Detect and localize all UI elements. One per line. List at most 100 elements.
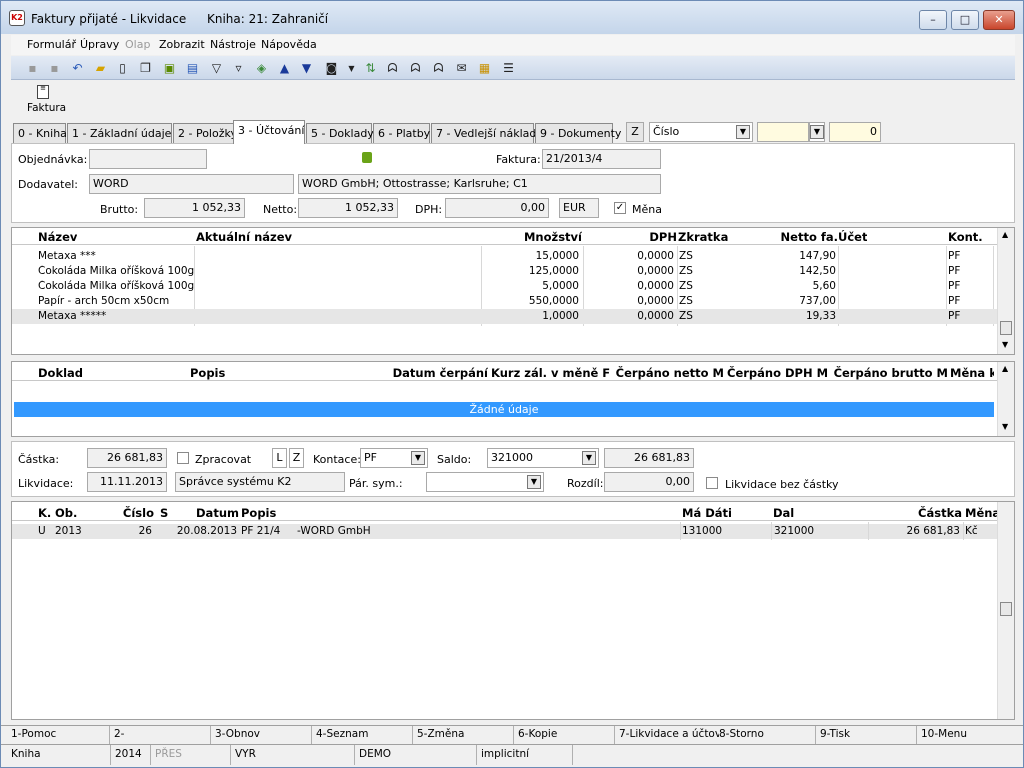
fkey-7[interactable]: 7-Likvidace a účtová bbox=[615, 726, 719, 744]
menu-zobrazit[interactable]: Zobrazit bbox=[159, 38, 205, 51]
table-row[interactable]: Čokoláda Milka oříšková 100g 5,0000 0,00… bbox=[12, 279, 1014, 294]
fkey-10[interactable]: 10-Menu bbox=[917, 726, 1021, 744]
faktura-field[interactable]: 21/2013/4 bbox=[542, 149, 661, 169]
tab-kniha[interactable]: 0 - Kniha bbox=[13, 123, 67, 144]
col-kont[interactable]: Kont. bbox=[948, 230, 983, 244]
col-s[interactable]: S bbox=[160, 506, 168, 520]
col-mena[interactable]: Měna bbox=[965, 506, 1000, 520]
parsym-select[interactable]: ▼ bbox=[426, 472, 544, 492]
col-doklad[interactable]: Doklad bbox=[38, 366, 83, 380]
mena-checkbox[interactable]: ✓ bbox=[614, 202, 626, 214]
table-row[interactable]: Metaxa *** 15,0000 0,0000 ZS 147,90 PF bbox=[12, 249, 1014, 264]
z-button[interactable]: Z bbox=[626, 122, 644, 142]
fkey-2[interactable]: 2- bbox=[110, 726, 211, 744]
scroll-up-icon[interactable]: ▲ bbox=[1002, 364, 1008, 373]
col-nazev[interactable]: Název bbox=[38, 230, 77, 244]
col-cerpano-brutto[interactable]: Čerpáno brutto M bbox=[830, 366, 948, 380]
save-icon[interactable]: ▪ bbox=[25, 61, 40, 76]
filter-icon[interactable]: ▽ bbox=[209, 61, 224, 76]
open-folder-icon[interactable]: ▰ bbox=[93, 61, 108, 76]
col-dal[interactable]: Dal bbox=[773, 506, 794, 520]
lock-icon[interactable]: ▣ bbox=[162, 61, 177, 76]
col-cerpano-netto[interactable]: Čerpáno netto M bbox=[614, 366, 724, 380]
arrow-down-icon[interactable]: ▼ bbox=[299, 61, 314, 76]
new-document-icon[interactable]: ▯ bbox=[115, 61, 130, 76]
col-mena[interactable]: Měna k bbox=[950, 366, 994, 380]
scroll-down-icon[interactable]: ▼ bbox=[1002, 422, 1008, 431]
col-datum[interactable]: Datum bbox=[174, 506, 239, 520]
col-mnozstvi[interactable]: Množství bbox=[482, 230, 582, 244]
col-ma-dati[interactable]: Má Dáti bbox=[682, 506, 732, 520]
col-ob[interactable]: Ob. bbox=[55, 506, 77, 520]
menu-formular[interactable]: Formulář bbox=[27, 38, 76, 51]
maximize-button[interactable]: □ bbox=[951, 10, 979, 30]
filter-dropdown-button[interactable]: ▼ bbox=[809, 122, 825, 142]
layers-icon[interactable]: ◈ bbox=[254, 61, 269, 76]
table-row[interactable]: Papír - arch 50cm x50cm 550,0000 0,0000 … bbox=[12, 294, 1014, 309]
tab-zakladni-udaje[interactable]: 1 - Základní údaje bbox=[67, 123, 172, 144]
fkey-3[interactable]: 3-Obnov bbox=[211, 726, 312, 744]
bez-castky-checkbox[interactable] bbox=[706, 477, 718, 489]
col-k[interactable]: K. bbox=[38, 506, 51, 520]
zpracovat-checkbox[interactable] bbox=[177, 452, 189, 464]
col-cislo[interactable]: Číslo bbox=[96, 506, 154, 520]
fkey-1[interactable]: 1-Pomoc bbox=[7, 726, 110, 744]
tab-doklady[interactable]: 5 - Doklady bbox=[306, 123, 374, 144]
col-kurz[interactable]: Kurz zál. v měně F bbox=[491, 366, 611, 380]
fkey-8[interactable]: 8-Storno bbox=[715, 726, 816, 744]
dropdown-arrow-icon[interactable]: ▼ bbox=[344, 61, 359, 76]
table-row-selected[interactable]: Metaxa ***** 1,0000 0,0000 ZS 19,33 PF bbox=[12, 309, 1014, 324]
menu-lines-icon[interactable]: ☰ bbox=[501, 61, 516, 76]
z-button[interactable]: Z bbox=[289, 448, 304, 468]
filter-field[interactable] bbox=[757, 122, 809, 142]
tab-polozky[interactable]: 2 - Položky bbox=[173, 123, 237, 144]
camera-icon[interactable]: ◙ bbox=[324, 61, 339, 76]
scroll-up-icon[interactable]: ▲ bbox=[1002, 230, 1008, 239]
minimize-button[interactable]: – bbox=[919, 10, 947, 30]
binoculars-icon[interactable]: ᗣ bbox=[385, 61, 400, 76]
tab-platby[interactable]: 6 - Platby bbox=[373, 123, 430, 144]
tab-vedlejsi-naklady[interactable]: 7 - Vedlejší náklady bbox=[431, 123, 543, 144]
sort-icon[interactable]: ⇅ bbox=[363, 61, 378, 76]
fkey-5[interactable]: 5-Změna bbox=[413, 726, 514, 744]
l-button[interactable]: L bbox=[272, 448, 287, 468]
scrollbar-thumb[interactable] bbox=[1000, 321, 1012, 335]
table-row-selected[interactable]: U 2013 26 20.08.2013 PF 21/4 -WORD GmbH … bbox=[12, 524, 1014, 539]
menu-upravy[interactable]: Úpravy bbox=[80, 38, 119, 51]
col-dph[interactable]: DPH bbox=[584, 230, 677, 244]
faktura-button[interactable]: ≡ Faktura bbox=[23, 83, 66, 115]
table-row[interactable]: Čokoláda Milka oříšková 100g 125,0000 0,… bbox=[12, 264, 1014, 279]
close-button[interactable]: ✕ bbox=[983, 10, 1015, 30]
col-datum-cerpani[interactable]: Datum čerpání bbox=[392, 366, 488, 380]
col-cerpano-dph[interactable]: Čerpáno DPH M bbox=[727, 366, 828, 380]
copy-icon[interactable]: ❐ bbox=[138, 61, 153, 76]
col-aktualni-nazev[interactable]: Aktuální název bbox=[196, 230, 292, 244]
col-ucet[interactable]: Účet bbox=[838, 230, 867, 244]
arrow-up-icon[interactable]: ▲ bbox=[277, 61, 292, 76]
fkey-4[interactable]: 4-Seznam bbox=[312, 726, 413, 744]
mail-icon[interactable]: ✉ bbox=[454, 61, 469, 76]
col-popis[interactable]: Popis bbox=[190, 366, 225, 380]
fkey-6[interactable]: 6-Kopie bbox=[514, 726, 615, 744]
likvidace-date-field[interactable]: 11.11.2013 bbox=[87, 472, 167, 492]
menu-napoveda[interactable]: Nápověda bbox=[261, 38, 317, 51]
kontace-select[interactable]: PF ▼ bbox=[360, 448, 428, 468]
objednavka-field[interactable] bbox=[89, 149, 207, 169]
menu-nastroje[interactable]: Nástroje bbox=[210, 38, 256, 51]
sort-select[interactable]: Číslo ▼ bbox=[649, 122, 753, 142]
saldo-select[interactable]: 321000 ▼ bbox=[487, 448, 599, 468]
tab-uctovani[interactable]: 3 - Účtování bbox=[233, 120, 305, 144]
scrollbar-thumb[interactable] bbox=[1000, 602, 1012, 616]
entries-grid-scrollbar[interactable] bbox=[997, 502, 1014, 719]
menu-olap[interactable]: Olap bbox=[125, 38, 150, 51]
docs-grid-scrollbar[interactable]: ▲ ▼ bbox=[997, 362, 1014, 436]
binoculars-next-icon[interactable]: ᗣ bbox=[408, 61, 423, 76]
col-netto[interactable]: Netto fa. bbox=[752, 230, 838, 244]
save-as-icon[interactable]: ▪ bbox=[47, 61, 62, 76]
binoculars-filter-icon[interactable]: ᗣ bbox=[431, 61, 446, 76]
scroll-down-icon[interactable]: ▼ bbox=[1002, 340, 1008, 349]
col-castka[interactable]: Částka bbox=[868, 506, 962, 520]
col-zkratka[interactable]: Zkratka bbox=[678, 230, 728, 244]
fkey-9[interactable]: 9-Tisk bbox=[816, 726, 917, 744]
book-icon[interactable]: ▤ bbox=[185, 61, 200, 76]
